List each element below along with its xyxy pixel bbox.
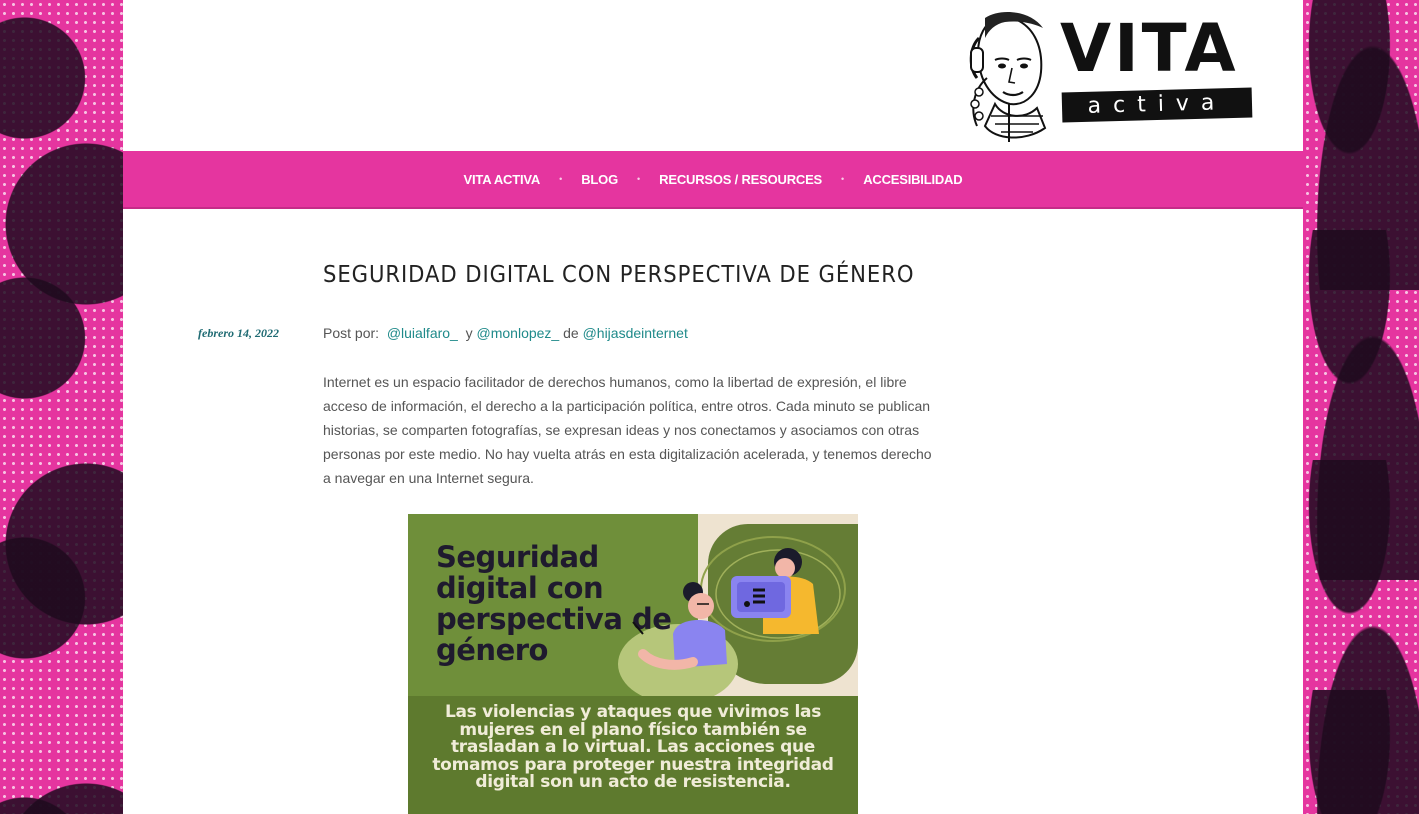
- main-navigation: VITA ACTIVA • BLOG • RECURSOS / RESOURCE…: [123, 151, 1303, 209]
- org-link-hijasdeinternet[interactable]: @hijasdeinternet: [583, 325, 688, 341]
- byline-joiner: y: [465, 325, 473, 341]
- nav-separator: •: [841, 174, 845, 184]
- post-date-link[interactable]: febrero 14, 2022: [198, 326, 279, 341]
- nav-separator: •: [637, 174, 641, 184]
- post-title: SEGURIDAD DIGITAL CON PERSPECTIVA DE GÉN…: [323, 262, 915, 288]
- nav-separator: •: [559, 174, 563, 184]
- site-logo[interactable]: VITA activa: [965, 8, 1257, 142]
- nav-item-recursos[interactable]: RECURSOS / RESOURCES: [659, 172, 822, 187]
- women-illustration-icon: [632, 536, 846, 670]
- logo-portrait-icon: [969, 12, 1047, 142]
- background-pattern-right: [1303, 0, 1419, 814]
- nav-item-vita-activa[interactable]: VITA ACTIVA: [464, 172, 541, 187]
- nav-item-accesibilidad[interactable]: ACCESIBILIDAD: [863, 172, 962, 187]
- featured-image: Seguridad digital con perspectiva de gén…: [408, 514, 858, 814]
- byline-prefix: Post por:: [323, 325, 380, 341]
- post-byline: Post por: @luialfaro_ y @monlopez_ de @h…: [323, 325, 688, 341]
- post-body-paragraph: Internet es un espacio facilitador de de…: [323, 374, 932, 486]
- nav-item-blog[interactable]: BLOG: [581, 172, 618, 187]
- page-container: VITA activa VITA ACTIVA • BLOG • RECURSO…: [123, 0, 1303, 814]
- logo-wordmark: VITA: [1060, 10, 1239, 87]
- image-body-text: Las violencias y ataques que vivimos las…: [432, 702, 834, 792]
- logo-subtitle: activa: [1061, 87, 1253, 123]
- author-link-monlopez[interactable]: @monlopez_: [477, 325, 560, 341]
- author-link-luialfaro[interactable]: @luialfaro_: [387, 325, 458, 341]
- byline-of: de: [563, 325, 579, 341]
